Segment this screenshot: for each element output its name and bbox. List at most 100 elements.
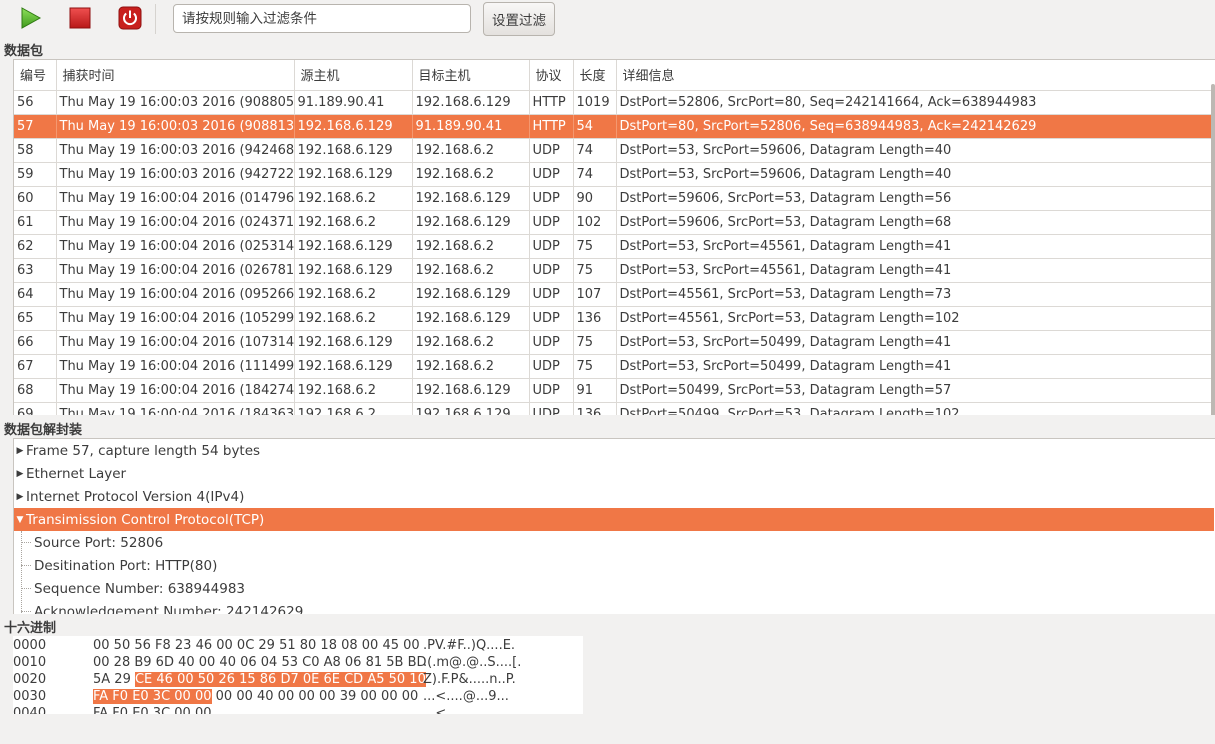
decode-tree[interactable]: ▶ Frame 57, capture length 54 bytes ▶ Ether… — [13, 438, 1215, 614]
hex-offset: 0040 — [13, 706, 47, 714]
tree-connector — [21, 565, 31, 566]
packet-cell: DstPort=53, SrcPort=50499, Datagram Leng… — [616, 330, 1215, 355]
packet-cell: 192.168.6.129 — [412, 282, 530, 307]
expand-down-icon[interactable]: ▼ — [14, 515, 26, 525]
column-header[interactable]: 长度 — [573, 60, 617, 91]
packet-row[interactable]: 56 Thu May 19 16:00:03 2016 (908805) 91.18… — [14, 90, 1215, 115]
expand-right-icon[interactable]: ▶ — [14, 492, 26, 502]
packet-cell: Thu May 19 16:00:04 2016 (025314) — [56, 234, 295, 259]
tree-field[interactable]: Sequence Number: 638944983 — [34, 577, 245, 600]
packet-cell: Thu May 19 16:00:03 2016 (908805) — [56, 90, 295, 115]
packet-cell: DstPort=53, SrcPort=50499, Datagram Leng… — [616, 354, 1215, 379]
packet-cell: DstPort=52806, SrcPort=80, Seq=242141664… — [616, 90, 1215, 115]
packet-cell: 61 — [14, 210, 57, 235]
packet-cell: DstPort=45561, SrcPort=53, Datagram Leng… — [616, 306, 1215, 331]
packet-cell: 63 — [14, 258, 57, 283]
packet-row[interactable]: 69 Thu May 19 16:00:04 2016 (184363) 192.1… — [14, 402, 1215, 415]
hex-dump[interactable]: 0000 00 50 56 F8 23 46 00 0C 29 51 80 18 … — [13, 636, 583, 714]
packet-row[interactable]: 67 Thu May 19 16:00:04 2016 (111499) 192.1… — [14, 354, 1215, 379]
packet-row[interactable]: 60 Thu May 19 16:00:04 2016 (014796) 192.1… — [14, 186, 1215, 211]
tree-connector — [21, 588, 31, 589]
tree-node[interactable]: ▶ Frame 57, capture length 54 bytes — [14, 439, 1214, 462]
tree-node-label: Frame 57, capture length 54 bytes — [26, 442, 261, 459]
hex-bytes[interactable]: FA F0 E0 3C 00 00 — [93, 705, 212, 714]
hex-bytes[interactable]: FA F0 E0 3C 00 00 00 00 40 00 00 00 39 0… — [93, 688, 418, 705]
packet-row[interactable]: 63 Thu May 19 16:00:04 2016 (026781) 192.1… — [14, 258, 1215, 283]
packet-row[interactable]: 59 Thu May 19 16:00:03 2016 (942722) 192.1… — [14, 162, 1215, 187]
packet-cell: 54 — [573, 114, 617, 139]
tree-connector — [21, 611, 31, 612]
packet-cell: 60 — [14, 186, 57, 211]
tree-node[interactable]: ▶ Internet Protocol Version 4(IPv4) — [14, 485, 1214, 508]
column-header[interactable]: 目标主机 — [412, 60, 530, 91]
packet-cell: 192.168.6.129 — [412, 378, 530, 403]
tree-field[interactable]: Source Port: 52806 — [34, 531, 163, 554]
tree-node[interactable]: ▶ Ethernet Layer — [14, 462, 1214, 485]
packet-cell: Thu May 19 16:00:04 2016 (014796) — [56, 186, 295, 211]
toolbar: 设置过滤 — [0, 0, 1215, 38]
packet-cell: DstPort=53, SrcPort=45561, Datagram Leng… — [616, 234, 1215, 259]
packet-cell: UDP — [529, 138, 574, 163]
packet-cell: Thu May 19 16:00:03 2016 (942722) — [56, 162, 295, 187]
hex-bytes[interactable]: 00 28 B9 6D 40 00 40 06 04 53 C0 A8 06 8… — [93, 654, 427, 671]
packet-cell: 192.168.6.2 — [294, 402, 413, 415]
stop-capture-button[interactable] — [65, 3, 95, 33]
packet-row[interactable]: 58 Thu May 19 16:00:03 2016 (942468) 192.1… — [14, 138, 1215, 163]
column-header[interactable]: 源主机 — [294, 60, 413, 91]
hex-bytes[interactable]: 00 50 56 F8 23 46 00 0C 29 51 80 18 08 0… — [93, 637, 420, 654]
tree-field[interactable]: Acknowledgement Number: 242142629 — [34, 600, 303, 615]
hex-offset: 0030 — [13, 689, 47, 704]
packet-row[interactable]: 64 Thu May 19 16:00:04 2016 (095266) 192.1… — [14, 282, 1215, 307]
tree-node-label: Ethernet Layer — [26, 465, 127, 482]
packet-cell: 62 — [14, 234, 57, 259]
packet-cell: 192.168.6.2 — [412, 162, 530, 187]
packet-cell: Thu May 19 16:00:03 2016 (942468) — [56, 138, 295, 163]
hex-offset: 0020 — [13, 672, 47, 687]
packet-cell: Thu May 19 16:00:04 2016 (105299) — [56, 306, 295, 331]
packet-cell: 67 — [14, 354, 57, 379]
column-header[interactable]: 详细信息 — [616, 60, 1215, 91]
column-header[interactable]: 编号 — [14, 60, 57, 91]
expand-right-icon[interactable]: ▶ — [14, 469, 26, 479]
column-header[interactable]: 捕获时间 — [56, 60, 295, 91]
hex-bytes-segment: 5A 29 — [93, 672, 135, 687]
packet-row[interactable]: 57 Thu May 19 16:00:03 2016 (908813) 192.1… — [14, 114, 1215, 139]
tree-field[interactable]: Desitination Port: HTTP(80) — [34, 554, 217, 577]
packet-table: 编号 捕获时间 源主机 目标主机 协议 长度 详细信息 56 Thu May 19 16:00… — [14, 60, 1215, 415]
packet-cell: 192.168.6.129 — [412, 210, 530, 235]
column-header[interactable]: 协议 — [529, 60, 574, 91]
start-capture-button[interactable] — [15, 3, 45, 33]
packet-cell: Thu May 19 16:00:04 2016 (184363) — [56, 402, 295, 415]
power-button[interactable] — [115, 3, 145, 33]
packet-row[interactable]: 61 Thu May 19 16:00:04 2016 (024371) 192.1… — [14, 210, 1215, 235]
tree-node[interactable]: ▼ Transimission Control Protocol(TCP) — [14, 508, 1214, 531]
hex-bytes[interactable]: 5A 29 CE 46 00 50 26 15 86 D7 0E 6E CD A… — [93, 671, 426, 688]
packet-cell: DstPort=50499, SrcPort=53, Datagram Leng… — [616, 402, 1215, 415]
packet-cell: 192.168.6.2 — [412, 138, 530, 163]
filter-input[interactable] — [173, 4, 471, 33]
packet-list-scrollbar[interactable] — [1211, 84, 1215, 415]
packet-row[interactable]: 66 Thu May 19 16:00:04 2016 (107314) 192.1… — [14, 330, 1215, 355]
packet-cell: 192.168.6.129 — [412, 402, 530, 415]
hex-ascii: Z).F.P&.....n..P. — [423, 672, 516, 687]
expand-right-icon[interactable]: ▶ — [14, 446, 26, 456]
packet-list[interactable]: 编号 捕获时间 源主机 目标主机 协议 长度 详细信息 56 Thu May 19 16:00… — [13, 59, 1215, 415]
packet-row[interactable]: 65 Thu May 19 16:00:04 2016 (105299) 192.1… — [14, 306, 1215, 331]
packet-cell: DstPort=50499, SrcPort=53, Datagram Leng… — [616, 378, 1215, 403]
hex-offset: 0000 — [13, 638, 47, 653]
packet-row[interactable]: 62 Thu May 19 16:00:04 2016 (025314) 192.1… — [14, 234, 1215, 259]
packets-section-title: 数据包 — [4, 44, 44, 59]
packet-cell: Thu May 19 16:00:03 2016 (908813) — [56, 114, 295, 139]
packet-cell: UDP — [529, 210, 574, 235]
packet-cell: 91 — [573, 378, 617, 403]
packet-cell: DstPort=59606, SrcPort=53, Datagram Leng… — [616, 210, 1215, 235]
packet-cell: 75 — [573, 258, 617, 283]
power-icon — [118, 6, 142, 30]
packet-cell: 192.168.6.2 — [412, 354, 530, 379]
packet-row[interactable]: 68 Thu May 19 16:00:04 2016 (184274) 192.1… — [14, 378, 1215, 403]
hex-bytes-segment: 00 28 B9 6D 40 00 40 06 04 53 C0 A8 06 8… — [93, 655, 427, 670]
set-filter-button[interactable]: 设置过滤 — [483, 2, 555, 36]
packet-cell: UDP — [529, 282, 574, 307]
packet-cell: Thu May 19 16:00:04 2016 (111499) — [56, 354, 295, 379]
packet-cell: Thu May 19 16:00:04 2016 (095266) — [56, 282, 295, 307]
